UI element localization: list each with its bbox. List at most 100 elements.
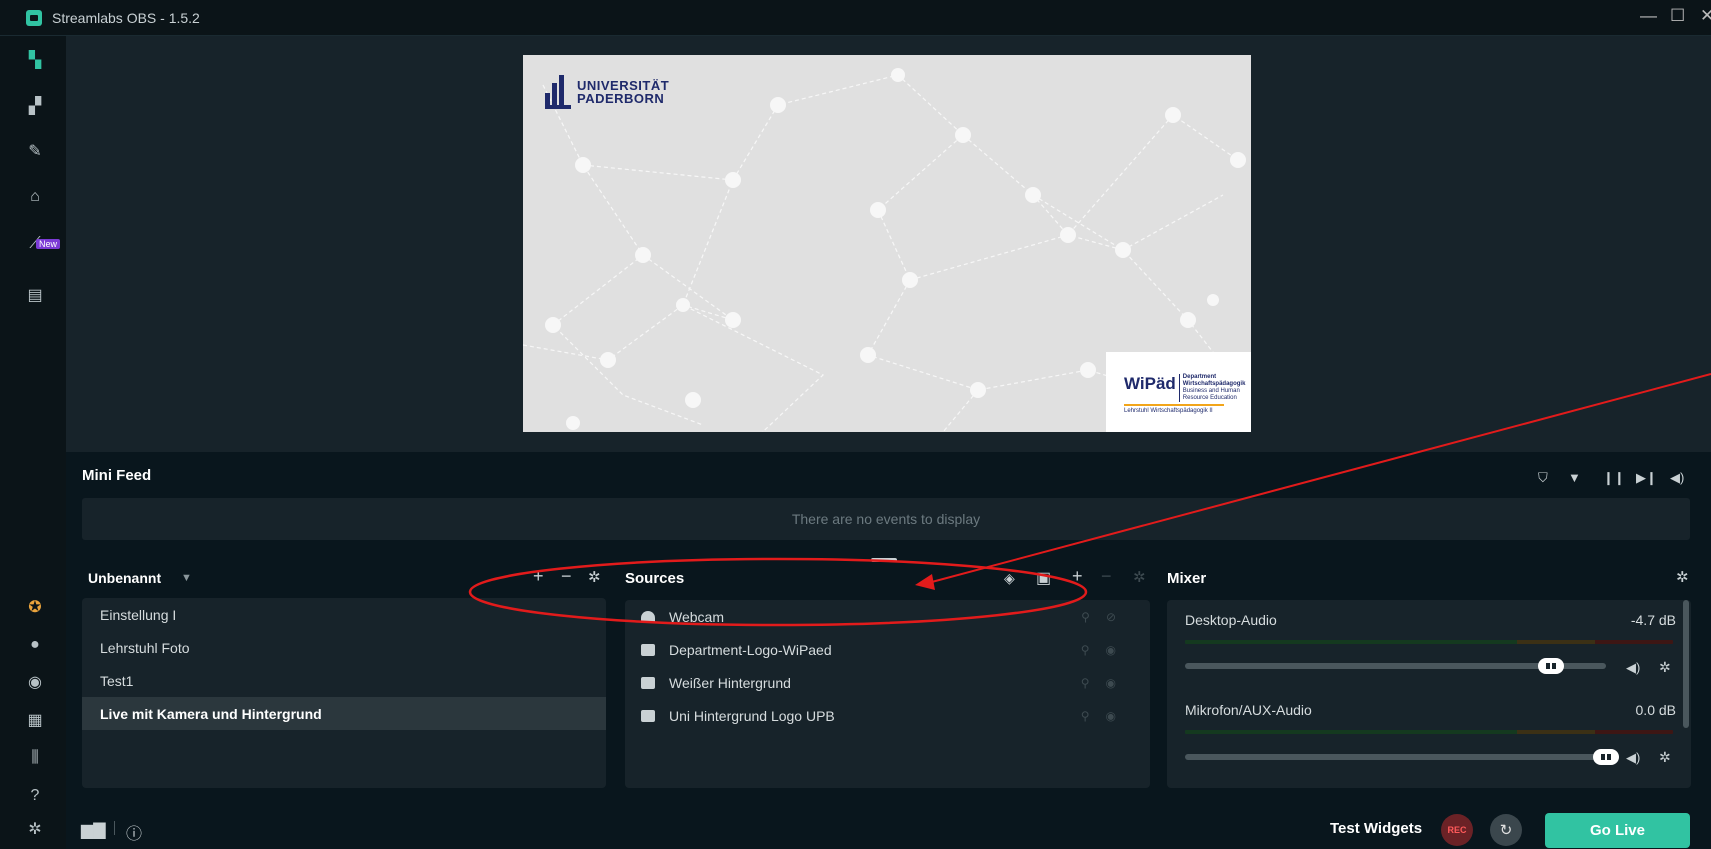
image-icon <box>641 676 655 689</box>
volume-slider[interactable] <box>1185 754 1606 760</box>
filter-icon[interactable]: ▼ <box>1568 470 1581 485</box>
layout-icon[interactable]: ▞ <box>25 96 45 116</box>
themes-icon[interactable]: ✎ <box>25 141 45 161</box>
scene-settings-icon[interactable]: ✲ <box>588 568 601 586</box>
highlighter-icon[interactable]: ▤ <box>25 285 45 305</box>
record-button[interactable]: REC <box>1441 814 1473 846</box>
source-group-icon[interactable]: ◈ <box>1004 570 1015 587</box>
chevron-down-icon[interactable]: ▼ <box>181 572 192 584</box>
source-item[interactable]: Department-Logo-WiPaed ⚲◉ <box>625 633 1150 666</box>
scene-item[interactable]: Lehrstuhl Foto <box>82 631 606 664</box>
channel-settings-icon[interactable]: ✲ <box>1659 659 1671 676</box>
webcam-icon <box>641 610 655 623</box>
mixer-title: Mixer <box>1167 570 1207 587</box>
mixer-channel-label: Mikrofon/AUX-Audio <box>1185 702 1312 718</box>
skip-icon[interactable]: ▶❙ <box>1636 470 1657 486</box>
wipaed-sub-line1: Business and Human <box>1182 388 1240 394</box>
chat-icon[interactable]: ◉ <box>25 672 45 692</box>
apps-icon[interactable]: ▦ <box>25 710 45 730</box>
add-scene-button[interactable]: + <box>533 566 544 587</box>
source-lock-visibility-icons[interactable]: ⚲◉ <box>1081 709 1132 723</box>
remove-scene-button[interactable]: − <box>561 566 572 587</box>
add-source-button[interactable]: + <box>1072 566 1083 587</box>
source-lock-visibility-icons[interactable]: ⚲◉ <box>1081 676 1132 690</box>
footer-divider <box>114 821 115 835</box>
wipaed-footer: Lehrstuhl Wirtschaftspädagogik II <box>1124 408 1213 414</box>
upb-logo: UNIVERSITÄT PADERBORN <box>545 75 669 109</box>
alert-box-icon[interactable]: ● <box>25 635 45 655</box>
scene-item[interactable]: Einstellung I <box>82 598 606 631</box>
speaker-icon[interactable]: ◀) <box>1626 750 1640 766</box>
go-live-button[interactable]: Go Live <box>1545 813 1690 848</box>
upb-logo-line2: PADERBORN <box>577 91 665 106</box>
scene-item-label: Test1 <box>100 672 134 689</box>
wipaed-dept-line1: Department <box>1182 374 1217 380</box>
wipaed-word: WiPäd <box>1124 374 1176 393</box>
replay-buffer-icon[interactable]: ↻ <box>1490 814 1522 846</box>
close-button[interactable]: ✕ <box>1700 6 1711 26</box>
scene-item[interactable]: Test1 <box>82 664 606 697</box>
scene-item-selected[interactable]: Live mit Kamera und Hintergrund <box>82 697 606 730</box>
scenes-list: Einstellung I Lehrstuhl Foto Test1 Live … <box>82 598 606 788</box>
upb-logo-mark-icon <box>545 75 571 109</box>
wipaed-accent-line <box>1124 404 1224 406</box>
source-item-label: Webcam <box>669 608 724 625</box>
channel-settings-icon[interactable]: ✲ <box>1659 749 1671 766</box>
help-icon[interactable]: ? <box>25 786 45 806</box>
source-item[interactable]: Weißer Hintergrund ⚲◉ <box>625 666 1150 699</box>
info-icon[interactable]: ⓘ <box>126 820 142 844</box>
mixer-channel-label: Desktop-Audio <box>1185 612 1277 628</box>
title-bar: Streamlabs OBS - 1.5.2 <box>0 0 1711 36</box>
scene-collection-name[interactable]: Unbenannt <box>88 570 161 586</box>
source-item[interactable]: Uni Hintergrund Logo UPB ⚲◉ <box>625 699 1150 732</box>
performance-stats-icon[interactable]: ▆▇ <box>81 820 106 840</box>
mini-feed-empty-state: There are no events to display <box>82 498 1690 540</box>
studio-mode-icon[interactable]: ⫼ <box>25 748 45 768</box>
scene-item-label: Einstellung I <box>100 606 177 623</box>
source-item-label: Uni Hintergrund Logo UPB <box>669 707 835 724</box>
wipaed-logo: WiPäd Department Wirtschaftspädagogik Bu… <box>1106 352 1251 432</box>
feed-resize-handle[interactable] <box>871 558 897 562</box>
scene-item-label: Live mit Kamera und Hintergrund <box>100 705 322 722</box>
new-badge: New <box>36 239 61 249</box>
mixer-channel-db: 0.0 dB <box>1635 702 1676 718</box>
sources-title: Sources <box>625 570 685 587</box>
source-lock-visibility-icons[interactable]: ⚲◉ <box>1081 643 1132 657</box>
mixer-scrollbar[interactable] <box>1683 600 1689 728</box>
shield-icon[interactable]: ⛉ <box>1538 470 1548 486</box>
source-settings-icon[interactable]: ✲ <box>1133 568 1146 586</box>
audio-level-meter <box>1185 730 1673 734</box>
sources-list: Webcam ⚲⊘ Department-Logo-WiPaed ⚲◉ Weiß… <box>625 600 1150 788</box>
prime-icon[interactable]: ✪ <box>25 597 45 617</box>
editor-icon[interactable]: ▚ <box>25 50 45 70</box>
remove-source-button[interactable]: − <box>1101 566 1112 587</box>
wipaed-sub-line2: Resource Education <box>1182 395 1237 401</box>
add-folder-icon[interactable]: ▣ <box>1036 568 1051 588</box>
image-icon <box>641 643 655 656</box>
streamlabs-logo-icon <box>26 9 42 26</box>
mute-icon[interactable]: ◀) <box>1670 470 1684 486</box>
maximize-button[interactable]: ☐ <box>1670 6 1685 26</box>
stream-preview-canvas[interactable]: UNIVERSITÄT PADERBORN WiPäd Department W… <box>523 55 1251 432</box>
source-item[interactable]: Webcam ⚲⊘ <box>625 600 1150 633</box>
volume-slider-knob[interactable] <box>1538 658 1565 674</box>
speaker-icon[interactable]: ◀) <box>1626 660 1640 676</box>
source-item-label: Department-Logo-WiPaed <box>669 641 832 658</box>
image-icon <box>641 709 655 722</box>
annotation-arrowhead <box>915 574 935 590</box>
window-title: Streamlabs OBS - 1.5.2 <box>52 9 200 26</box>
source-item-label: Weißer Hintergrund <box>669 674 791 691</box>
mini-feed-title: Mini Feed <box>82 467 152 484</box>
settings-icon[interactable]: ✲ <box>25 819 45 839</box>
source-lock-visibility-icons[interactable]: ⚲⊘ <box>1081 610 1132 624</box>
volume-slider-knob[interactable] <box>1593 749 1619 765</box>
pause-icon[interactable]: ❙❙ <box>1603 470 1625 486</box>
wipaed-dept-line2: Wirtschaftspädagogik <box>1182 381 1246 387</box>
minimize-button[interactable]: — <box>1640 6 1657 26</box>
scene-item-label: Lehrstuhl Foto <box>100 639 190 656</box>
audio-level-meter <box>1185 640 1673 644</box>
test-widgets-button[interactable]: Test Widgets <box>1330 820 1422 837</box>
mixer-channel-db: -4.7 dB <box>1630 612 1676 628</box>
mixer-settings-icon[interactable]: ✲ <box>1676 568 1689 586</box>
store-icon[interactable]: ⌂ <box>25 187 45 207</box>
